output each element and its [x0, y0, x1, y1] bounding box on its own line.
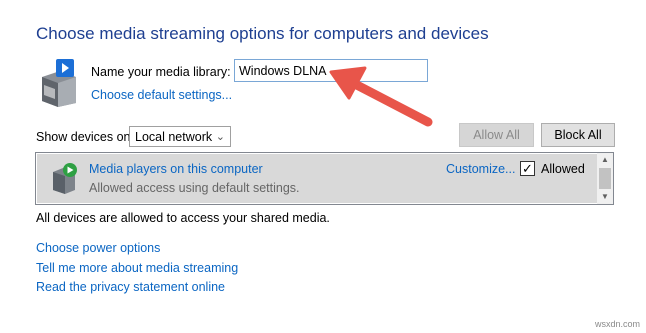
show-devices-label: Show devices on:: [36, 130, 134, 144]
scroll-up-icon[interactable]: ▲: [597, 154, 613, 166]
show-devices-dropdown[interactable]: Local network ⌄: [129, 126, 231, 147]
device-list: Media players on this computer Allowed a…: [35, 152, 614, 205]
media-library-label: Name your media library:: [91, 65, 231, 79]
annotation-arrow-icon: [329, 66, 433, 127]
customize-link[interactable]: Customize...: [446, 162, 515, 176]
media-player-computer-icon: [53, 163, 77, 194]
show-devices-selected-value: Local network: [135, 130, 213, 144]
media-streaming-info-link[interactable]: Tell me more about media streaming: [36, 261, 238, 275]
allowed-checkbox[interactable]: ✓: [520, 161, 535, 176]
block-all-button[interactable]: Block All: [541, 123, 615, 147]
device-name-link[interactable]: Media players on this computer: [89, 162, 263, 176]
device-list-scrollbar[interactable]: ▲ ▼: [597, 153, 613, 204]
list-item[interactable]: Media players on this computer Allowed a…: [37, 154, 597, 203]
device-description: Allowed access using default settings.: [89, 181, 300, 195]
watermark: wsxdn.com: [594, 319, 640, 329]
page-title: Choose media streaming options for compu…: [36, 24, 489, 43]
privacy-statement-link[interactable]: Read the privacy statement online: [36, 280, 225, 294]
allow-all-button[interactable]: Allow All: [459, 123, 534, 147]
media-library-server-icon: [42, 59, 76, 107]
status-text: All devices are allowed to access your s…: [36, 211, 330, 225]
allowed-label: Allowed: [541, 162, 585, 176]
chevron-down-icon: ⌄: [215, 131, 225, 143]
power-options-link[interactable]: Choose power options: [36, 241, 160, 255]
choose-default-settings-link[interactable]: Choose default settings...: [91, 88, 232, 102]
scroll-down-icon[interactable]: ▼: [597, 191, 613, 203]
scroll-thumb[interactable]: [599, 168, 611, 189]
